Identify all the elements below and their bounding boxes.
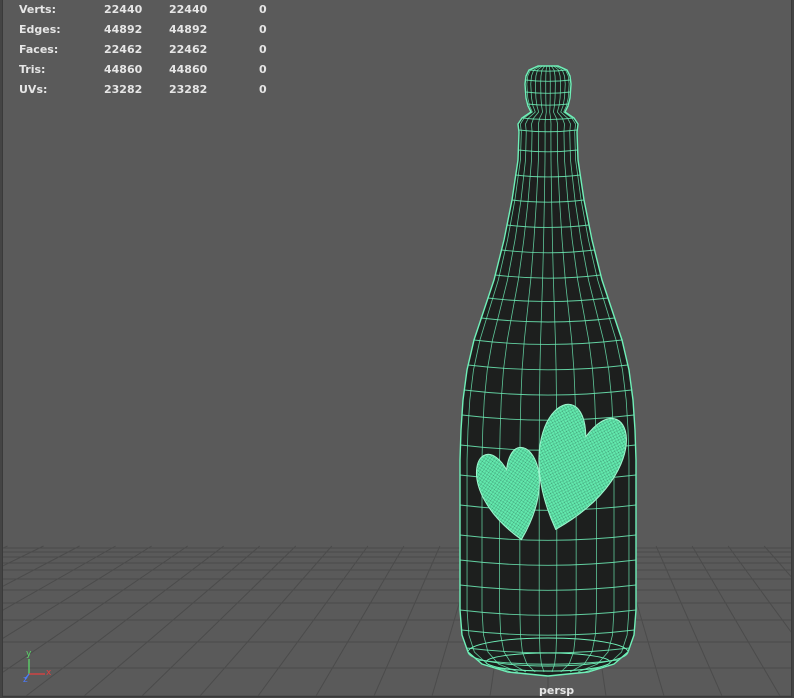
hud-value: 0	[259, 63, 267, 76]
hud-value: 0	[259, 23, 267, 36]
bottle-wireframe[interactable]	[459, 65, 637, 677]
viewport-scene[interactable]	[3, 0, 791, 696]
hud-value: 0	[259, 3, 267, 16]
grid-line	[3, 545, 116, 611]
grid-line	[315, 545, 405, 696]
grid-line	[257, 545, 369, 696]
axis-z-label: z	[23, 675, 28, 685]
hud-label: Faces:	[19, 43, 59, 56]
ground-grid	[3, 545, 791, 696]
hud-value: 23282	[169, 83, 208, 96]
hud-label: UVs:	[19, 83, 48, 96]
axis-x-label: x	[46, 668, 52, 678]
hud-value: 0	[259, 43, 267, 56]
grid-line	[3, 545, 8, 549]
grid-line	[691, 545, 781, 696]
grid-line	[655, 545, 723, 696]
camera-name-label: persp	[539, 684, 575, 697]
hud-value: 44860	[169, 63, 208, 76]
hud-value: 23282	[104, 83, 143, 96]
hud-value: 0	[259, 83, 267, 96]
grid-line	[763, 545, 791, 578]
hud-label: Tris:	[19, 63, 46, 76]
grid-line	[141, 545, 297, 696]
viewport-panel[interactable]: Verts: 22440 22440 0 Edges: 44892 44892 …	[2, 0, 792, 697]
grid-line	[25, 545, 225, 696]
hud-value: 44892	[169, 23, 208, 36]
grid-line	[373, 545, 441, 696]
hud-label: Edges:	[19, 23, 61, 36]
grid-line	[199, 545, 333, 696]
hud-value: 22440	[104, 3, 143, 16]
grid-line	[727, 545, 791, 633]
hud-value: 44892	[104, 23, 143, 36]
grid-line	[83, 545, 261, 696]
hud-value: 22462	[104, 43, 143, 56]
axis-gizmo-icon: y x z	[23, 649, 55, 685]
bottle-outline	[459, 65, 637, 677]
hud-value: 44860	[104, 63, 143, 76]
hud-value: 22440	[169, 3, 208, 16]
axis-y-label: y	[26, 649, 32, 659]
hud-value: 22462	[169, 43, 208, 56]
hud-label: Verts:	[19, 3, 57, 16]
